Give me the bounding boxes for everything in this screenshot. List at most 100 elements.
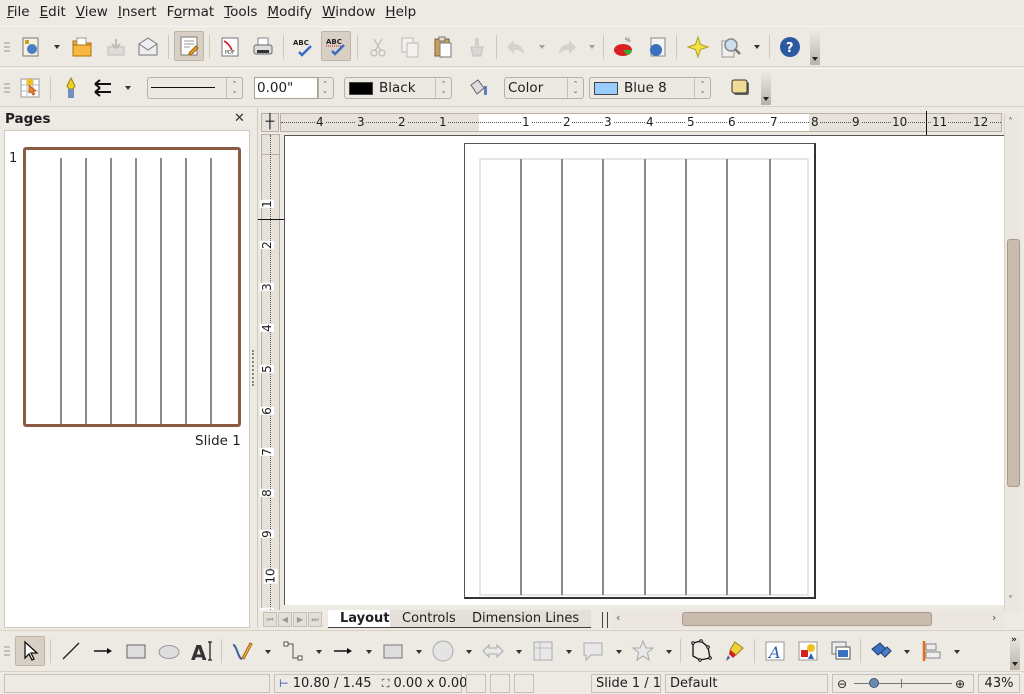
insert-frame-button[interactable] — [826, 636, 856, 666]
gallery-button[interactable] — [683, 32, 713, 62]
scroll-up-icon[interactable]: ˄ — [1008, 117, 1013, 128]
menu-format[interactable]: Format — [162, 0, 220, 25]
vertical-ruler[interactable]: 123456789101 — [258, 134, 284, 616]
email-button[interactable] — [133, 32, 163, 62]
tab-dimension-lines[interactable]: Dimension Lines — [460, 610, 592, 628]
extrusion-dropdown-arrow[interactable] — [904, 650, 910, 654]
basic-shapes-tool-button[interactable] — [378, 636, 408, 666]
slide-page[interactable] — [464, 143, 816, 599]
line-style-spinner[interactable]: ⌃ ⌄ — [226, 78, 242, 98]
curve-tool-button[interactable] — [227, 636, 257, 666]
horizontal-ruler[interactable]: 4 3 2 1 1 2 3 4 5 6 7 8 9 10 11 12 — [280, 111, 1002, 135]
scroll-right-icon[interactable]: › — [992, 611, 996, 624]
zoom-slider[interactable]: ⊖ ⊕ — [832, 674, 974, 693]
autospellcheck-button[interactable]: ABC — [321, 31, 351, 61]
vertical-scroll-thumb[interactable] — [1007, 239, 1020, 487]
splitter-handle[interactable] — [252, 350, 254, 386]
symbol-shapes-tool-button[interactable] — [428, 636, 458, 666]
spellcheck-button[interactable]: ABC — [288, 32, 318, 62]
edit-file-button[interactable] — [174, 31, 204, 61]
area-color-select[interactable]: Blue 8 ⌃ ⌄ — [589, 77, 711, 99]
undo-dropdown-arrow[interactable] — [539, 45, 545, 49]
last-tab-icon[interactable]: ⏭ — [308, 612, 322, 627]
line-style-select[interactable]: ⌃ ⌄ — [147, 77, 243, 99]
callouts-tool-button[interactable] — [578, 636, 608, 666]
glue-points-tool-button[interactable] — [720, 636, 750, 666]
menu-help[interactable]: Help — [380, 0, 421, 25]
rectangle-tool-button[interactable] — [121, 636, 151, 666]
horizontal-scroll-thumb[interactable] — [682, 612, 932, 626]
menu-file[interactable]: File — [2, 0, 35, 25]
align-dropdown-arrow[interactable] — [954, 650, 960, 654]
callouts-dropdown-arrow[interactable] — [616, 650, 622, 654]
shadow-button[interactable] — [725, 73, 755, 103]
scroll-down-icon[interactable]: ˅ — [1008, 595, 1013, 606]
zoom-in-icon[interactable]: ⊕ — [955, 676, 965, 693]
arrow-line-tool-button[interactable] — [88, 636, 118, 666]
horizontal-scrollbar[interactable]: ‹ › — [612, 610, 1005, 628]
connector-dropdown-arrow[interactable] — [316, 650, 322, 654]
copy-button[interactable] — [395, 32, 425, 62]
fontwork-tool-button[interactable]: A — [760, 636, 790, 666]
redo-dropdown-arrow[interactable] — [589, 45, 595, 49]
toolbar-overflow-button[interactable] — [810, 31, 820, 65]
slide-canvas[interactable] — [284, 135, 1004, 605]
undo-button[interactable] — [501, 32, 531, 62]
line-color-select[interactable]: Black ⌃ ⌄ — [344, 77, 452, 99]
zoom-button[interactable] — [716, 32, 746, 62]
close-icon[interactable]: ✕ — [234, 111, 245, 126]
print-button[interactable] — [248, 32, 278, 62]
ellipse-tool-button[interactable] — [154, 636, 184, 666]
toolbar-grip[interactable] — [4, 42, 10, 52]
menu-view[interactable]: View — [71, 0, 113, 25]
text-tool-button[interactable]: A — [187, 636, 217, 666]
lines-arrows-tool-button[interactable] — [328, 636, 358, 666]
menu-modify[interactable]: Modify — [262, 0, 317, 25]
first-tab-icon[interactable]: ⏮ — [263, 612, 277, 627]
new-document-button[interactable] — [16, 32, 46, 62]
flowchart-tool-button[interactable] — [528, 636, 558, 666]
line-button[interactable] — [56, 73, 86, 103]
insert-image-button[interactable] — [793, 636, 823, 666]
curve-dropdown-arrow[interactable] — [265, 650, 271, 654]
line-color-spinner[interactable]: ⌃ ⌄ — [435, 78, 451, 98]
snap-grid-button[interactable] — [15, 73, 45, 103]
vertical-scrollbar[interactable]: ˄ ˅ — [1004, 113, 1021, 613]
area-style-spinner[interactable]: ⌃ ⌄ — [567, 78, 583, 98]
toolbar-overflow-button[interactable]: » — [1010, 635, 1020, 670]
menu-insert[interactable]: Insert — [113, 0, 162, 25]
extrusion-button[interactable] — [866, 636, 896, 666]
arrow-style-button[interactable] — [88, 73, 118, 103]
symbol-shapes-dropdown-arrow[interactable] — [466, 650, 472, 654]
lines-arrows-dropdown-arrow[interactable] — [366, 650, 372, 654]
slide-thumbnail[interactable] — [23, 147, 241, 427]
flowchart-dropdown-arrow[interactable] — [566, 650, 572, 654]
basic-shapes-dropdown-arrow[interactable] — [416, 650, 422, 654]
open-button[interactable] — [67, 32, 97, 62]
toolbar-grip[interactable] — [4, 83, 10, 93]
area-color-spinner[interactable]: ⌃ ⌄ — [694, 78, 710, 98]
block-arrows-tool-button[interactable] — [478, 636, 508, 666]
stars-dropdown-arrow[interactable] — [666, 650, 672, 654]
redo-button[interactable] — [552, 32, 582, 62]
help-button[interactable]: ? — [775, 32, 805, 62]
block-arrows-dropdown-arrow[interactable] — [516, 650, 522, 654]
line-width-spinner[interactable]: ⌃ ⌄ — [318, 77, 334, 99]
select-tool-button[interactable] — [15, 636, 45, 666]
area-style-select[interactable]: Color ⌃ ⌄ — [504, 77, 584, 99]
zoom-out-icon[interactable]: ⊖ — [837, 676, 847, 693]
prev-tab-icon[interactable]: ◀ — [278, 612, 292, 627]
chart-button[interactable]: % — [609, 32, 639, 62]
tab-splitter[interactable] — [602, 612, 608, 628]
modified-indicator[interactable] — [514, 674, 534, 693]
toolbar-overflow-button[interactable] — [761, 71, 771, 105]
paste-button[interactable] — [428, 32, 458, 62]
cut-button[interactable] — [363, 32, 393, 62]
zoom-slider-handle[interactable] — [868, 678, 879, 688]
menu-edit[interactable]: Edit — [35, 0, 71, 25]
menu-window[interactable]: Window — [317, 0, 380, 25]
zoom-dropdown-arrow[interactable] — [754, 45, 760, 49]
menu-tools[interactable]: Tools — [219, 0, 262, 25]
stars-tool-button[interactable] — [628, 636, 658, 666]
hyperlink-button[interactable] — [642, 32, 672, 62]
